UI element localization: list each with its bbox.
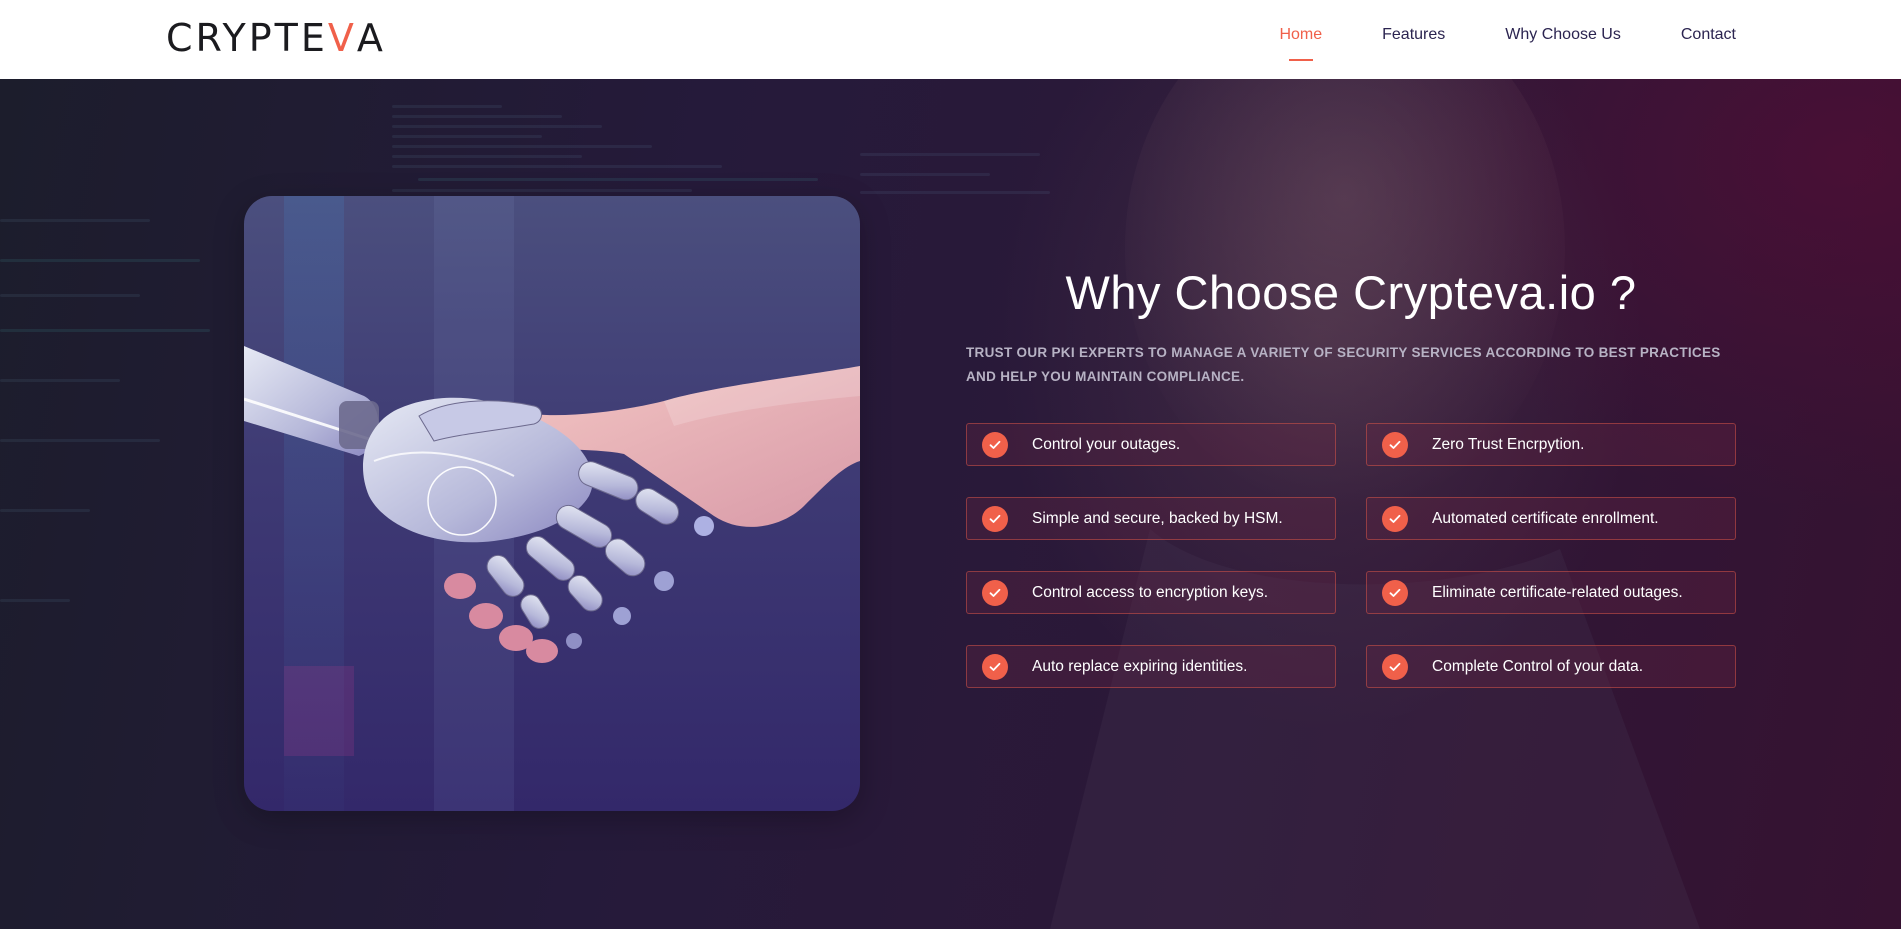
- why-choose-content: Why Choose Crypteva.io ? TRUST OUR PKI E…: [966, 265, 1736, 688]
- feature-item: Auto replace expiring identities.: [966, 645, 1336, 688]
- logo-text-left: CRYPTE: [166, 16, 328, 60]
- check-icon: [982, 505, 1008, 532]
- feature-text: Eliminate certificate-related outages.: [1432, 583, 1683, 601]
- section-subtitle: TRUST OUR PKI EXPERTS TO MANAGE A VARIET…: [966, 345, 1721, 384]
- handshake-illustration: [244, 196, 860, 811]
- check-icon: [1382, 579, 1408, 606]
- feature-item: Zero Trust Encrpytion.: [1366, 423, 1736, 466]
- feature-item: Simple and secure, backed by HSM.: [966, 497, 1336, 540]
- feature-text: Simple and secure, backed by HSM.: [1032, 509, 1283, 527]
- feature-item: Control your outages.: [966, 423, 1336, 466]
- feature-text: Control your outages.: [1032, 435, 1181, 453]
- check-icon: [982, 653, 1008, 680]
- feature-text: Complete Control of your data.: [1432, 657, 1644, 675]
- robot-human-handshake-image: [244, 196, 860, 811]
- section-title: Why Choose Crypteva.io ?: [1065, 266, 1637, 319]
- feature-item: Eliminate certificate-related outages.: [1366, 571, 1736, 614]
- logo-text-accent: V: [327, 16, 357, 60]
- nav-item-why-choose-us[interactable]: Why Choose Us: [1505, 0, 1621, 44]
- nav-item-home[interactable]: Home: [1279, 0, 1322, 44]
- check-icon: [1382, 653, 1408, 680]
- features-grid: Control your outages. Zero Trust Encrpyt…: [966, 423, 1736, 688]
- feature-text: Control access to encryption keys.: [1032, 583, 1269, 601]
- feature-item: Control access to encryption keys.: [966, 571, 1336, 614]
- feature-text: Automated certificate enrollment.: [1432, 509, 1659, 527]
- main-nav: Home Features Why Choose Us Contact: [1219, 0, 1736, 79]
- feature-text: Auto replace expiring identities.: [1032, 657, 1248, 675]
- check-icon: [1382, 505, 1408, 532]
- site-header: CRYPTE V A Home Features Why Choose Us Con…: [0, 0, 1901, 79]
- check-icon: [982, 579, 1008, 606]
- nav-item-contact[interactable]: Contact: [1681, 0, 1736, 44]
- check-icon: [1382, 431, 1408, 458]
- crypteva-logo[interactable]: CRYPTE V A: [166, 18, 386, 58]
- logo-text-right: A: [356, 16, 386, 60]
- feature-item: Automated certificate enrollment.: [1366, 497, 1736, 540]
- check-icon: [982, 431, 1008, 458]
- feature-item: Complete Control of your data.: [1366, 645, 1736, 688]
- nav-item-features[interactable]: Features: [1382, 0, 1445, 44]
- feature-text: Zero Trust Encrpytion.: [1432, 435, 1585, 453]
